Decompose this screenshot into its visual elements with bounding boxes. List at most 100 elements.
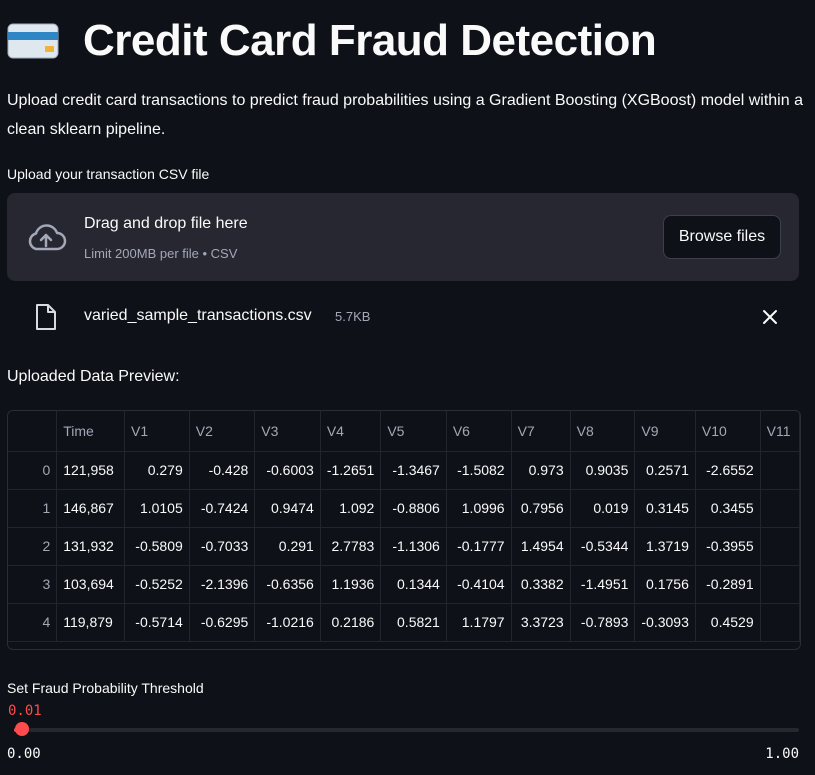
table-cell[interactable]: 0.3455 xyxy=(695,489,761,528)
preview-title: Uploaded Data Preview: xyxy=(7,368,180,385)
table-cell[interactable]: 0.1756 xyxy=(634,565,696,604)
table-row: 3 103,694 -0.5252 -2.1396 -0.6356 1.1936 0.134… xyxy=(8,565,800,604)
table-cell[interactable]: 1.0996 xyxy=(446,489,512,528)
column-header[interactable]: V5 xyxy=(380,411,447,452)
table-cell[interactable]: -0.8806 xyxy=(380,489,447,528)
file-dropzone[interactable]: Drag and drop file here Limit 200MB per … xyxy=(7,193,799,281)
table-cell[interactable]: -0.3093 xyxy=(634,603,696,642)
table-cell[interactable] xyxy=(760,603,800,642)
table-row: 4 119,879 -0.5714 -0.6295 -1.0216 0.2186 0.582… xyxy=(8,603,800,642)
table-cell[interactable]: -0.4104 xyxy=(446,565,512,604)
column-header[interactable]: Time xyxy=(56,411,126,452)
threshold-slider-max: 1.00 xyxy=(765,746,799,762)
table-cell[interactable]: 0.9035 xyxy=(570,451,636,490)
table-cell[interactable]: -0.6003 xyxy=(254,451,321,490)
column-header[interactable]: V7 xyxy=(511,411,571,452)
table-cell[interactable]: -0.5809 xyxy=(124,527,190,566)
column-header[interactable]: V4 xyxy=(320,411,382,452)
table-cell[interactable] xyxy=(760,565,800,604)
row-index-cell[interactable]: 0 xyxy=(8,451,58,490)
cloud-upload-icon xyxy=(25,221,67,253)
table-cell[interactable]: 131,932 xyxy=(56,527,126,566)
table-cell[interactable]: 0.3382 xyxy=(511,565,571,604)
table-cell[interactable]: 0.291 xyxy=(254,527,321,566)
column-header[interactable]: V10 xyxy=(695,411,761,452)
column-header[interactable]: V2 xyxy=(189,411,256,452)
table-cell[interactable] xyxy=(760,451,800,490)
table-cell[interactable]: -1.5082 xyxy=(446,451,512,490)
uploaded-file-item: varied_sample_transactions.csv 5.7KB xyxy=(7,297,799,337)
table-cell[interactable]: -1.1306 xyxy=(380,527,447,566)
table-cell[interactable]: 1.1936 xyxy=(320,565,382,604)
table-cell[interactable]: 103,694 xyxy=(56,565,126,604)
table-cell[interactable]: 0.3145 xyxy=(634,489,696,528)
table-cell[interactable]: 3.3723 xyxy=(511,603,571,642)
table-cell[interactable]: -0.6295 xyxy=(189,603,256,642)
column-header[interactable] xyxy=(8,411,58,452)
table-cell[interactable]: 0.1344 xyxy=(380,565,447,604)
row-index-cell[interactable]: 4 xyxy=(8,603,58,642)
table-cell[interactable]: 0.2571 xyxy=(634,451,696,490)
browse-files-button[interactable]: Browse files xyxy=(663,215,781,259)
table-cell[interactable]: -0.3955 xyxy=(695,527,761,566)
table-cell[interactable]: -0.7033 xyxy=(189,527,256,566)
table-cell[interactable] xyxy=(760,489,800,528)
column-header[interactable]: V1 xyxy=(124,411,190,452)
table-cell[interactable]: 1.1797 xyxy=(446,603,512,642)
table-cell[interactable]: -2.1396 xyxy=(189,565,256,604)
table-cell[interactable]: 1.4954 xyxy=(511,527,571,566)
uploaded-file-name: varied_sample_transactions.csv xyxy=(84,307,312,324)
table-cell[interactable]: -0.7424 xyxy=(189,489,256,528)
row-index-cell[interactable]: 1 xyxy=(8,489,58,528)
table-cell[interactable]: -0.6356 xyxy=(254,565,321,604)
table-cell[interactable]: 0.973 xyxy=(511,451,571,490)
column-header[interactable]: V11 xyxy=(760,411,800,452)
table-cell[interactable]: 0.019 xyxy=(570,489,636,528)
table-row: 0 121,958 0.279 -0.428 -0.6003 -1.2651 -1.3467… xyxy=(8,451,800,490)
table-cell[interactable]: 1.0105 xyxy=(124,489,190,528)
table-cell[interactable]: -0.5252 xyxy=(124,565,190,604)
column-header[interactable]: V8 xyxy=(570,411,636,452)
table-cell[interactable]: -0.2891 xyxy=(695,565,761,604)
data-preview-table[interactable]: Time V1 V2 V3 V4 V5 V6 V7 V8 V9 V10 V11 … xyxy=(7,410,801,650)
threshold-slider-thumb[interactable] xyxy=(14,722,29,736)
table-cell[interactable]: -1.0216 xyxy=(254,603,321,642)
table-cell[interactable]: 119,879 xyxy=(56,603,126,642)
table-cell[interactable]: -0.428 xyxy=(189,451,256,490)
column-header[interactable]: V6 xyxy=(446,411,512,452)
table-cell[interactable]: 0.9474 xyxy=(254,489,321,528)
threshold-slider-label: Set Fraud Probability Threshold xyxy=(7,680,204,696)
table-cell[interactable]: 0.7956 xyxy=(511,489,571,528)
table-cell[interactable]: -1.2651 xyxy=(320,451,382,490)
uploaded-file-size: 5.7KB xyxy=(335,309,371,324)
table-cell[interactable]: 0.4529 xyxy=(695,603,761,642)
table-cell[interactable]: 2.7783 xyxy=(320,527,382,566)
table-cell[interactable]: -2.6552 xyxy=(695,451,761,490)
table-row: 2 131,932 -0.5809 -0.7033 0.291 2.7783 -1.1306… xyxy=(8,527,800,566)
table-cell[interactable]: -0.7893 xyxy=(570,603,636,642)
column-header[interactable]: V9 xyxy=(634,411,696,452)
row-index-cell[interactable]: 2 xyxy=(8,527,58,566)
threshold-slider-track[interactable] xyxy=(14,722,799,736)
title-row: Credit Card Fraud Detection xyxy=(7,8,657,74)
table-cell[interactable]: 1.3719 xyxy=(634,527,696,566)
table-cell[interactable]: 1.092 xyxy=(320,489,382,528)
row-index-cell[interactable]: 3 xyxy=(8,565,58,604)
table-cell[interactable]: -1.3467 xyxy=(380,451,447,490)
table-cell[interactable] xyxy=(760,527,800,566)
table-cell[interactable]: -0.5714 xyxy=(124,603,190,642)
column-header[interactable]: V3 xyxy=(254,411,321,452)
table-cell[interactable]: 0.279 xyxy=(124,451,190,490)
close-icon[interactable] xyxy=(759,306,781,328)
page-title: Credit Card Fraud Detection xyxy=(83,16,657,65)
table-cell[interactable]: 0.5821 xyxy=(380,603,447,642)
uploader-label: Upload your transaction CSV file xyxy=(7,166,210,182)
table-cell[interactable]: 121,958 xyxy=(56,451,126,490)
page-description: Upload credit card transactions to predi… xyxy=(7,92,803,138)
threshold-slider-value: 0.01 xyxy=(8,703,42,719)
table-cell[interactable]: 0.2186 xyxy=(320,603,382,642)
table-cell[interactable]: -1.4951 xyxy=(570,565,636,604)
table-cell[interactable]: -0.1777 xyxy=(446,527,512,566)
table-cell[interactable]: -0.5344 xyxy=(570,527,636,566)
table-cell[interactable]: 146,867 xyxy=(56,489,126,528)
